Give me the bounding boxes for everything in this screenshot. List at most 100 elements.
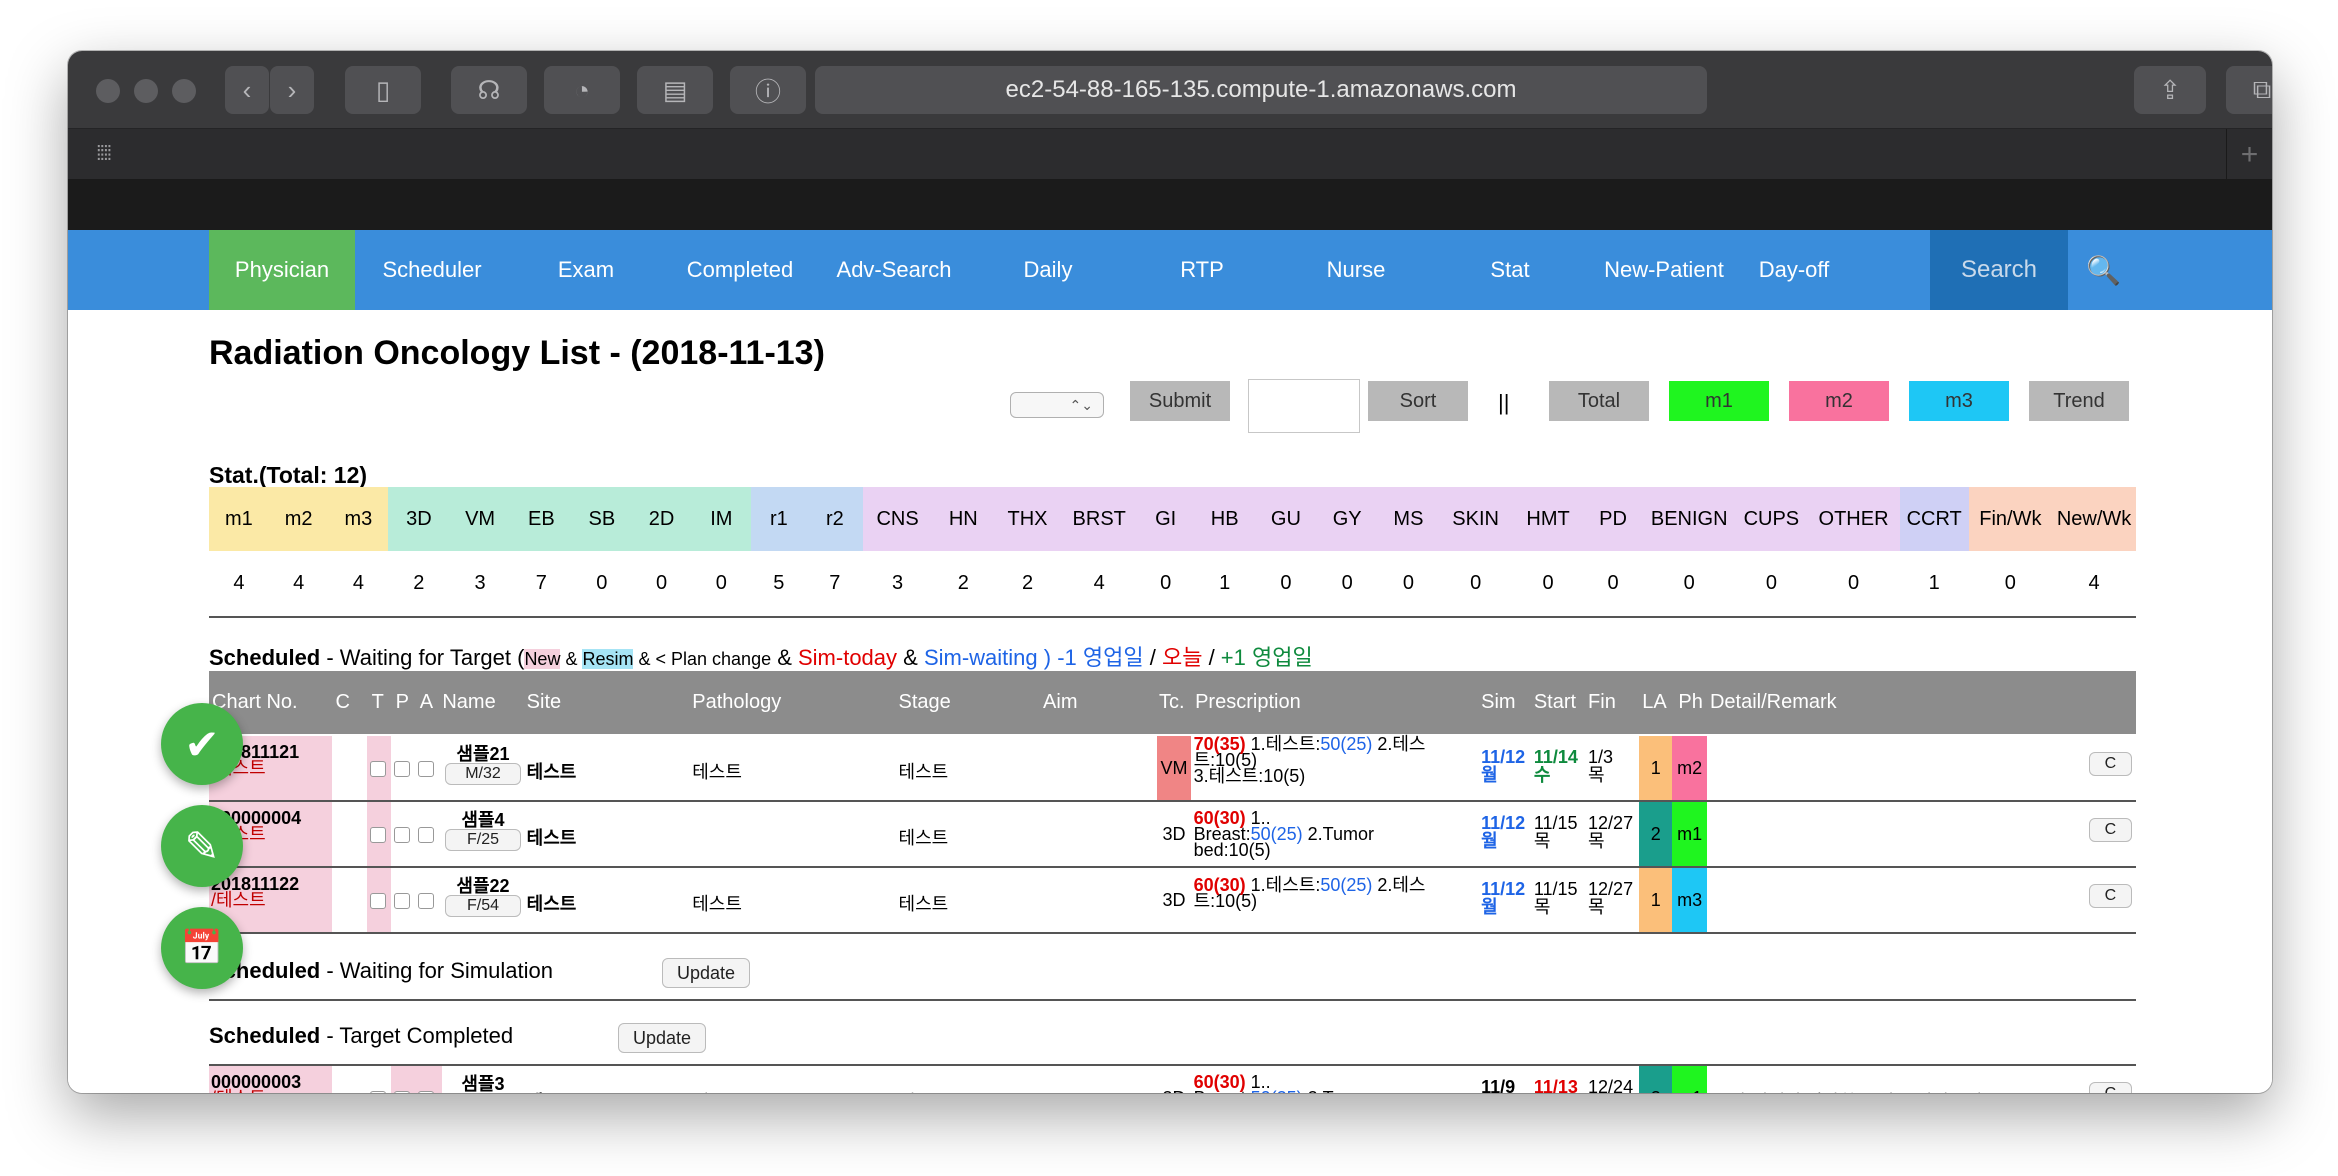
start-date: 11/13화 [1533,1077,1578,1093]
stat-header-cups: CUPS [1735,487,1808,551]
stat-header-m2: m2 [268,487,329,551]
total-button[interactable]: Total [1549,381,1649,421]
m2-button[interactable]: m2 [1789,381,1889,421]
nav-new-patient[interactable]: New-Patient [1587,230,1741,310]
gender-age-button[interactable]: F/25 [445,829,521,851]
table-row[interactable]: 201811122/테스트 샘플22 F/54 테스트 테스트 테스트 3D 6… [209,868,2136,934]
c-button[interactable]: C [2089,818,2132,842]
gender-age-button[interactable]: F/54 [445,895,521,917]
a-checkbox[interactable] [418,1091,435,1093]
t-checkbox[interactable]: ✓ [370,1091,387,1093]
info-icon[interactable]: ⓘ [730,66,806,114]
update-button-completed[interactable]: Update [618,1023,706,1053]
stat-header-other: OTHER [1807,487,1900,551]
a-checkbox[interactable] [418,761,435,777]
m1-button[interactable]: m1 [1669,381,1769,421]
reader-icon[interactable]: ▤ [637,66,713,114]
site-text: 테스트 [526,828,577,848]
sort-button[interactable]: Sort [1368,381,1468,421]
table-row[interactable]: 201811121/테스트 샘플21 M/32 테스트 테스트 테스트 VM 7… [209,735,2136,802]
p-checkbox[interactable] [394,893,411,909]
start-date: 11/15 목 [1533,879,1578,917]
stat-value: 3 [863,551,932,618]
pathology-text: 테스트 [692,762,742,782]
nav-rtp[interactable]: RTP [1125,230,1279,310]
target-flag [391,1066,443,1093]
gender-age-button[interactable]: M/32 [445,763,521,785]
extension-icon[interactable]: ☊ [451,66,527,114]
nav-completed[interactable]: Completed [663,230,817,310]
stat-header-skin: SKIN [1438,487,1513,551]
nav-adv-search[interactable]: Adv-Search [817,230,971,310]
p-checkbox[interactable] [394,761,411,777]
search-icon[interactable]: 🔍 [2086,254,2121,287]
stat-header-2d: 2D [631,487,692,551]
chart-cell[interactable]: 000000003/테스트 [209,1066,333,1093]
stat-value: 0 [1438,551,1513,618]
nav-scheduler[interactable]: Scheduler [355,230,509,310]
extension-icon-2[interactable]: ◔ [544,66,620,114]
section-waiting-target: Scheduled - Waiting for Target (New & Re… [209,645,1313,670]
stat-header-vm: VM [449,487,511,551]
stat-header-thx: THX [994,487,1061,551]
submit-button[interactable]: Submit [1130,381,1230,421]
address-bar[interactable]: ec2-54-88-165-135.compute-1.amazonaws.co… [815,66,1707,114]
start-date: 11/14 수 [1533,747,1578,785]
check-icon[interactable]: ✔ [161,703,243,785]
nav-stat[interactable]: Stat [1433,230,1587,310]
stat-header-pd: PD [1583,487,1643,551]
nav-physician[interactable]: Physician [209,230,355,310]
page-title: Radiation Oncology List - (2018-11-13) [209,334,825,372]
search-input[interactable]: Search [1930,230,2068,310]
pathology-text: 테스트 [692,1088,742,1093]
p-checkbox[interactable] [394,827,411,843]
sort-input[interactable] [1248,379,1360,433]
c-button[interactable]: C [2089,752,2132,776]
tabs-overview-icon[interactable]: ⧉ [2226,66,2272,114]
stat-value: 4 [1060,551,1139,618]
share-icon[interactable]: ⇪ [2134,66,2206,114]
a-checkbox[interactable] [418,893,435,909]
site-text: 테스트 [526,762,577,782]
new-tab-icon[interactable]: + [2226,129,2272,180]
grid-icon[interactable]: ⁞⁞⁞⁞ [96,143,126,165]
stat-value: 0 [1968,551,2053,618]
la-cell: 1 [1639,736,1673,800]
p-checkbox[interactable] [394,1091,411,1093]
c-button[interactable]: C [2089,884,2132,908]
t-checkbox[interactable] [370,827,387,843]
zoom-window-button[interactable] [172,79,196,103]
stat-value: 1 [1899,551,1969,618]
edit-icon[interactable]: ✎ [161,805,243,887]
stat-header-gu: GU [1256,487,1316,551]
sim-date: 11/12 월 [1481,747,1526,785]
ph-cell: m2 [1672,736,1707,800]
stat-header-sb: SB [571,487,632,551]
nav-day-off[interactable]: Day-off [1741,230,1847,310]
separator: || [1498,390,1510,415]
stat-value: 0 [1378,551,1439,618]
trend-button[interactable]: Trend [2029,381,2129,421]
a-checkbox[interactable] [418,827,435,843]
t-checkbox[interactable] [370,893,387,909]
c-button[interactable]: C [2089,1082,2132,1093]
nav-exam[interactable]: Exam [509,230,663,310]
stat-header-hmt: HMT [1512,487,1584,551]
calendar-icon[interactable]: 📅 [161,907,243,989]
date-select[interactable]: ⌃⌄ [1010,392,1104,418]
update-button-sim[interactable]: Update [662,958,750,988]
m3-button[interactable]: m3 [1909,381,2009,421]
forward-icon[interactable]: › [270,66,314,114]
minimize-window-button[interactable] [134,79,158,103]
table-row[interactable]: 000000003/테스트 ✓ 샘플3 M/95 테스트 테스트 테스트 3D … [209,1066,2136,1093]
table-row[interactable]: 000000004/테스트 샘플4 F/25 테스트 테스트 3D 60(30)… [209,802,2136,868]
back-icon[interactable]: ‹ [225,66,269,114]
stat-value: 0 [1807,551,1900,618]
t-checkbox[interactable] [370,761,387,777]
nav-daily[interactable]: Daily [971,230,1125,310]
close-window-button[interactable] [96,79,120,103]
nav-nurse[interactable]: Nurse [1279,230,1433,310]
stat-value: 7 [806,551,864,618]
tc-cell: 3D [1162,889,1186,910]
sidebar-icon[interactable]: ▯ [345,66,421,114]
